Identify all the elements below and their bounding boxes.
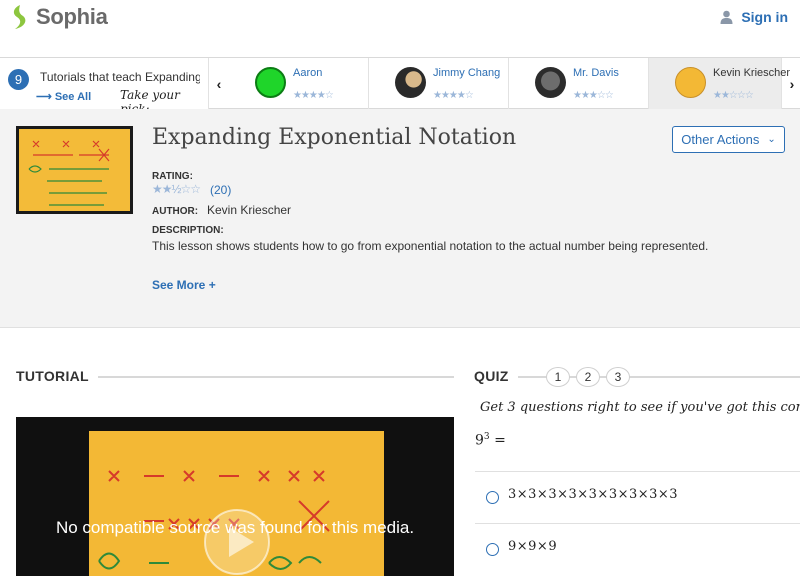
other-actions-label: Other Actions <box>681 132 760 147</box>
tutor-rating-stars: ★★★★☆ <box>433 90 474 101</box>
tutorial-strip-title: Tutorials that teach Expanding Exponenti… <box>40 70 200 84</box>
quiz-answer-option[interactable]: 3×3×3×3×3×3×3×3×3 <box>475 471 800 523</box>
tutor-card-kevin-kriescher[interactable]: Kevin Kriescher ★★☆☆☆ <box>649 58 790 109</box>
tutor-card-jimmy-chang[interactable]: Jimmy Chang ★★★★☆ <box>369 58 509 109</box>
tutor-name: Jimmy Chang <box>433 67 501 79</box>
chevron-right-icon: › <box>789 75 795 92</box>
tutor-name: Mr. Davis <box>573 67 619 79</box>
rating-stars: ★★½☆☆ <box>152 182 201 196</box>
tutor-rating-stars: ★★☆☆☆ <box>713 90 754 101</box>
signin-link[interactable]: Sign in <box>720 9 788 25</box>
see-all-link[interactable]: ⟶ See All <box>36 90 91 103</box>
carousel-next-button[interactable]: › <box>782 58 800 109</box>
question-base: 9 <box>475 432 484 449</box>
tutorial-strip: 9 Tutorials that teach Expanding Exponen… <box>0 57 800 116</box>
question-suffix: = <box>489 432 506 449</box>
answer-text: 3×3×3×3×3×3×3×3×3 <box>508 487 679 502</box>
carousel-prev-button[interactable]: ‹ <box>209 58 229 109</box>
sophia-leaf-icon <box>13 5 26 29</box>
quiz-step-3: 3 <box>606 367 630 387</box>
math-scribble-image <box>28 140 110 206</box>
tutor-avatar <box>255 67 286 98</box>
sophia-logo[interactable]: Sophia <box>9 4 108 30</box>
user-icon <box>720 10 733 24</box>
quiz-question: 93 = <box>475 432 506 449</box>
answer-radio[interactable] <box>486 543 499 556</box>
page-title: Expanding Exponential Notation <box>152 125 517 150</box>
tutor-card-mr-davis[interactable]: Mr. Davis ★★★☆☆ <box>509 58 649 109</box>
chevron-down-icon: ⌄ <box>767 134 776 145</box>
tutor-avatar <box>675 67 706 98</box>
tutorial-heading-divider <box>98 376 454 378</box>
see-more-link[interactable]: See More + <box>152 278 216 292</box>
quiz-answer-option[interactable]: 9×9×9 <box>475 523 800 575</box>
lesson-description: This lesson shows students how to go fro… <box>152 239 709 253</box>
other-actions-button[interactable]: Other Actions ⌄ <box>672 126 785 153</box>
tutor-name: Kevin Kriescher <box>713 67 791 79</box>
video-error-message: No compatible source was found for this … <box>55 518 415 537</box>
lesson-hero: Expanding Exponential Notation Other Act… <box>0 109 800 328</box>
tutorial-strip-summary: 9 Tutorials that teach Expanding Exponen… <box>0 58 209 116</box>
whiteboard-image <box>19 129 130 211</box>
quiz-heading: QUIZ <box>474 368 509 384</box>
author-name: Kevin Kriescher <box>207 203 292 217</box>
tutor-card-aaron[interactable]: Aaron ★★★★☆ <box>229 58 369 109</box>
answer-radio[interactable] <box>486 491 499 504</box>
tutor-name: Aaron <box>293 67 323 79</box>
tutorial-heading: TUTORIAL <box>16 368 89 384</box>
site-header: Sophia Sign in <box>0 0 800 57</box>
tutor-avatar <box>535 67 566 98</box>
video-player[interactable]: No compatible source was found for this … <box>16 417 454 576</box>
chevron-left-icon: ‹ <box>216 75 222 92</box>
signin-label: Sign in <box>741 9 788 25</box>
lesson-thumbnail <box>16 126 133 214</box>
arrow-right-icon: ⟶ <box>36 91 52 103</box>
quiz-step-1: 1 <box>546 367 570 387</box>
author-label: AUTHOR: <box>152 206 199 217</box>
logo-text: Sophia <box>36 4 108 29</box>
answer-text: 9×9×9 <box>508 539 558 554</box>
description-label: DESCRIPTION: <box>152 225 224 236</box>
quiz-prompt: Get 3 questions right to see if you've g… <box>480 400 800 415</box>
tutor-rating-stars: ★★★☆☆ <box>573 90 614 101</box>
rating-label: RATING: <box>152 171 193 182</box>
quiz-step-2: 2 <box>576 367 600 387</box>
rating-count-link[interactable]: (20) <box>210 183 231 197</box>
tutor-avatar <box>395 67 426 98</box>
see-all-label: See All <box>54 91 92 103</box>
tutor-rating-stars: ★★★★☆ <box>293 90 334 101</box>
tutorial-count-badge: 9 <box>8 69 29 90</box>
